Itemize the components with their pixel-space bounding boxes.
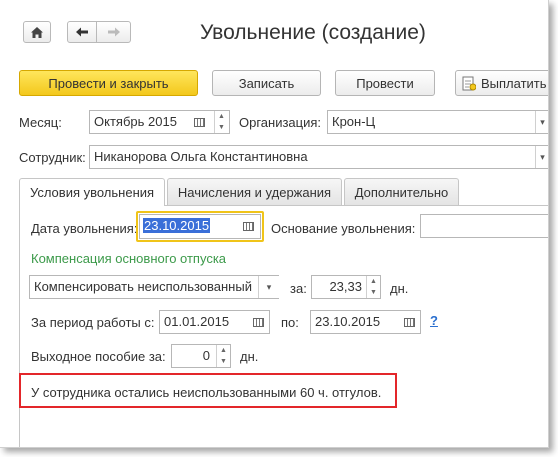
back-button[interactable] [67, 21, 97, 43]
calendar-icon [252, 317, 264, 327]
organization-dropdown-icon[interactable]: ▾ [535, 111, 548, 133]
calendar-icon [193, 117, 205, 127]
organization-value: Крон-Ц [332, 114, 376, 129]
compensation-mode-select[interactable]: Компенсировать неиспользованный [29, 275, 279, 299]
organization-label: Организация: [239, 115, 322, 130]
dismissal-date-label: Дата увольнения: [31, 221, 138, 236]
period-from-calendar-button[interactable] [247, 311, 269, 333]
tab-additional[interactable]: Дополнительно [344, 178, 459, 205]
employee-dropdown-icon[interactable]: ▾ [535, 146, 548, 168]
month-label: Месяц: [19, 115, 62, 130]
window-title: Увольнение (создание) [200, 21, 426, 44]
document-pay-icon [462, 76, 476, 90]
home-icon [31, 26, 43, 38]
arrow-right-icon [107, 27, 120, 37]
calendar-icon [242, 221, 254, 231]
compensation-section-title: Компенсация основного отпуска [31, 251, 227, 266]
spin-down-icon: ▼ [370, 289, 377, 296]
spin-up-icon: ▲ [218, 113, 225, 120]
arrow-left-icon [76, 27, 88, 37]
period-to-calendar-button[interactable] [398, 311, 420, 333]
post-button[interactable]: Провести [335, 70, 435, 96]
organization-field[interactable]: Крон-Ц [327, 110, 548, 134]
forward-button[interactable] [96, 21, 131, 43]
dismissal-date-value: 23.10.2015 [143, 218, 211, 233]
month-value: Октябрь 2015 [94, 114, 177, 129]
employee-label: Сотрудник: [19, 150, 86, 165]
employee-field[interactable]: Никанорова Ольга Константиновна [89, 145, 548, 169]
severance-spinner[interactable]: ▲ ▼ [216, 345, 230, 367]
calendar-icon [403, 317, 415, 327]
severance-label: Выходное пособие за: [31, 349, 166, 364]
compensation-mode-value: Компенсировать неиспользованный [34, 279, 252, 294]
severance-value: 0 [202, 348, 210, 363]
period-from-value: 01.01.2015 [164, 314, 230, 329]
post-and-close-button[interactable]: Провести и закрыть [19, 70, 198, 96]
tab-accruals-deductions[interactable]: Начисления и удержания [167, 178, 342, 205]
days-value: 23,33 [329, 279, 362, 294]
employee-value: Никанорова Ольга Константиновна [94, 149, 308, 164]
unused-time-off-message: У сотрудника остались неиспользованными … [31, 385, 382, 400]
home-button[interactable] [23, 21, 51, 43]
period-to-value: 23.10.2015 [315, 314, 381, 329]
spin-down-icon: ▼ [218, 124, 225, 131]
dismissal-date-calendar-button[interactable] [237, 215, 259, 237]
tab-dismissal-conditions[interactable]: Условия увольнения [19, 178, 165, 206]
spin-up-icon: ▲ [220, 347, 227, 354]
pay-button[interactable]: Выплатить [455, 70, 548, 96]
pay-button-label: Выплатить [481, 75, 547, 91]
period-to-label: по: [281, 315, 299, 330]
spin-down-icon: ▼ [220, 358, 227, 365]
severance-unit-label: дн. [240, 349, 259, 364]
month-calendar-button[interactable] [188, 111, 210, 133]
period-label: За период работы с: [31, 315, 155, 330]
basis-label: Основание увольнения: [271, 221, 416, 236]
document-window: Увольнение (создание) Провести и закрыть… [0, 0, 549, 448]
days-spinner[interactable]: ▲ ▼ [366, 276, 380, 298]
for-label: за: [290, 281, 307, 296]
month-spinner[interactable]: ▲ ▼ [214, 111, 228, 133]
compensation-dropdown-icon[interactable]: ▾ [258, 276, 279, 298]
days-unit-label: дн. [390, 281, 409, 296]
help-link[interactable]: ? [430, 313, 438, 328]
basis-field[interactable] [420, 214, 548, 238]
save-button[interactable]: Записать [212, 70, 321, 96]
spin-up-icon: ▲ [370, 278, 377, 285]
